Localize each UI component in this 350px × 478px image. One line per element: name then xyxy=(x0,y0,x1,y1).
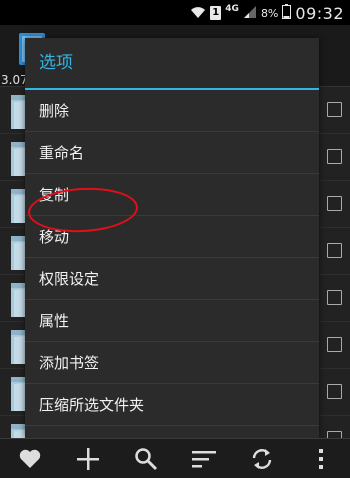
row-checkbox[interactable] xyxy=(327,102,342,117)
clock: 09:32 xyxy=(295,3,344,23)
options-dialog: 选项 删除 重命名 复制 移动 权限设定 属性 添加书签 压缩所选文件夹 xyxy=(25,38,319,438)
bottom-toolbar xyxy=(0,438,350,478)
menu-item-label: 重命名 xyxy=(39,144,85,162)
network-type-label: 4G xyxy=(225,4,239,14)
menu-item-properties[interactable]: 属性 xyxy=(25,300,319,342)
overflow-menu-icon[interactable] xyxy=(307,445,335,473)
menu-item-label: 权限设定 xyxy=(39,270,100,288)
menu-item-rename[interactable]: 重命名 xyxy=(25,132,319,174)
menu-item-permissions[interactable]: 权限设定 xyxy=(25,258,319,300)
menu-item-label: 添加书签 xyxy=(39,354,100,372)
signal-icon xyxy=(243,5,257,22)
plus-icon[interactable] xyxy=(74,445,102,473)
menu-item-label: 压缩所选文件夹 xyxy=(39,396,145,414)
heart-icon[interactable] xyxy=(16,445,44,473)
menu-item-compress-folder[interactable]: 压缩所选文件夹 xyxy=(25,384,319,426)
dialog-menu: 删除 重命名 复制 移动 权限设定 属性 添加书签 压缩所选文件夹 xyxy=(25,90,319,426)
menu-item-add-bookmark[interactable]: 添加书签 xyxy=(25,342,319,384)
row-checkbox[interactable] xyxy=(327,149,342,164)
row-checkbox[interactable] xyxy=(327,196,342,211)
row-checkbox[interactable] xyxy=(327,384,342,399)
battery-percent: 8% xyxy=(260,6,279,20)
battery-icon xyxy=(282,4,292,22)
wifi-icon xyxy=(190,5,206,22)
refresh-icon[interactable] xyxy=(248,445,276,473)
row-checkbox[interactable] xyxy=(327,290,342,305)
search-icon[interactable] xyxy=(132,445,160,473)
menu-item-label: 属性 xyxy=(39,312,70,330)
dialog-title: 选项 xyxy=(39,53,73,73)
row-checkbox[interactable] xyxy=(327,337,342,352)
menu-item-delete[interactable]: 删除 xyxy=(25,90,319,132)
sort-icon[interactable] xyxy=(190,445,218,473)
menu-item-label: 删除 xyxy=(39,102,70,120)
status-bar: 1 4G 8% 09:32 xyxy=(0,0,350,25)
row-checkbox[interactable] xyxy=(327,243,342,258)
sim-badge: 1 xyxy=(210,6,222,20)
